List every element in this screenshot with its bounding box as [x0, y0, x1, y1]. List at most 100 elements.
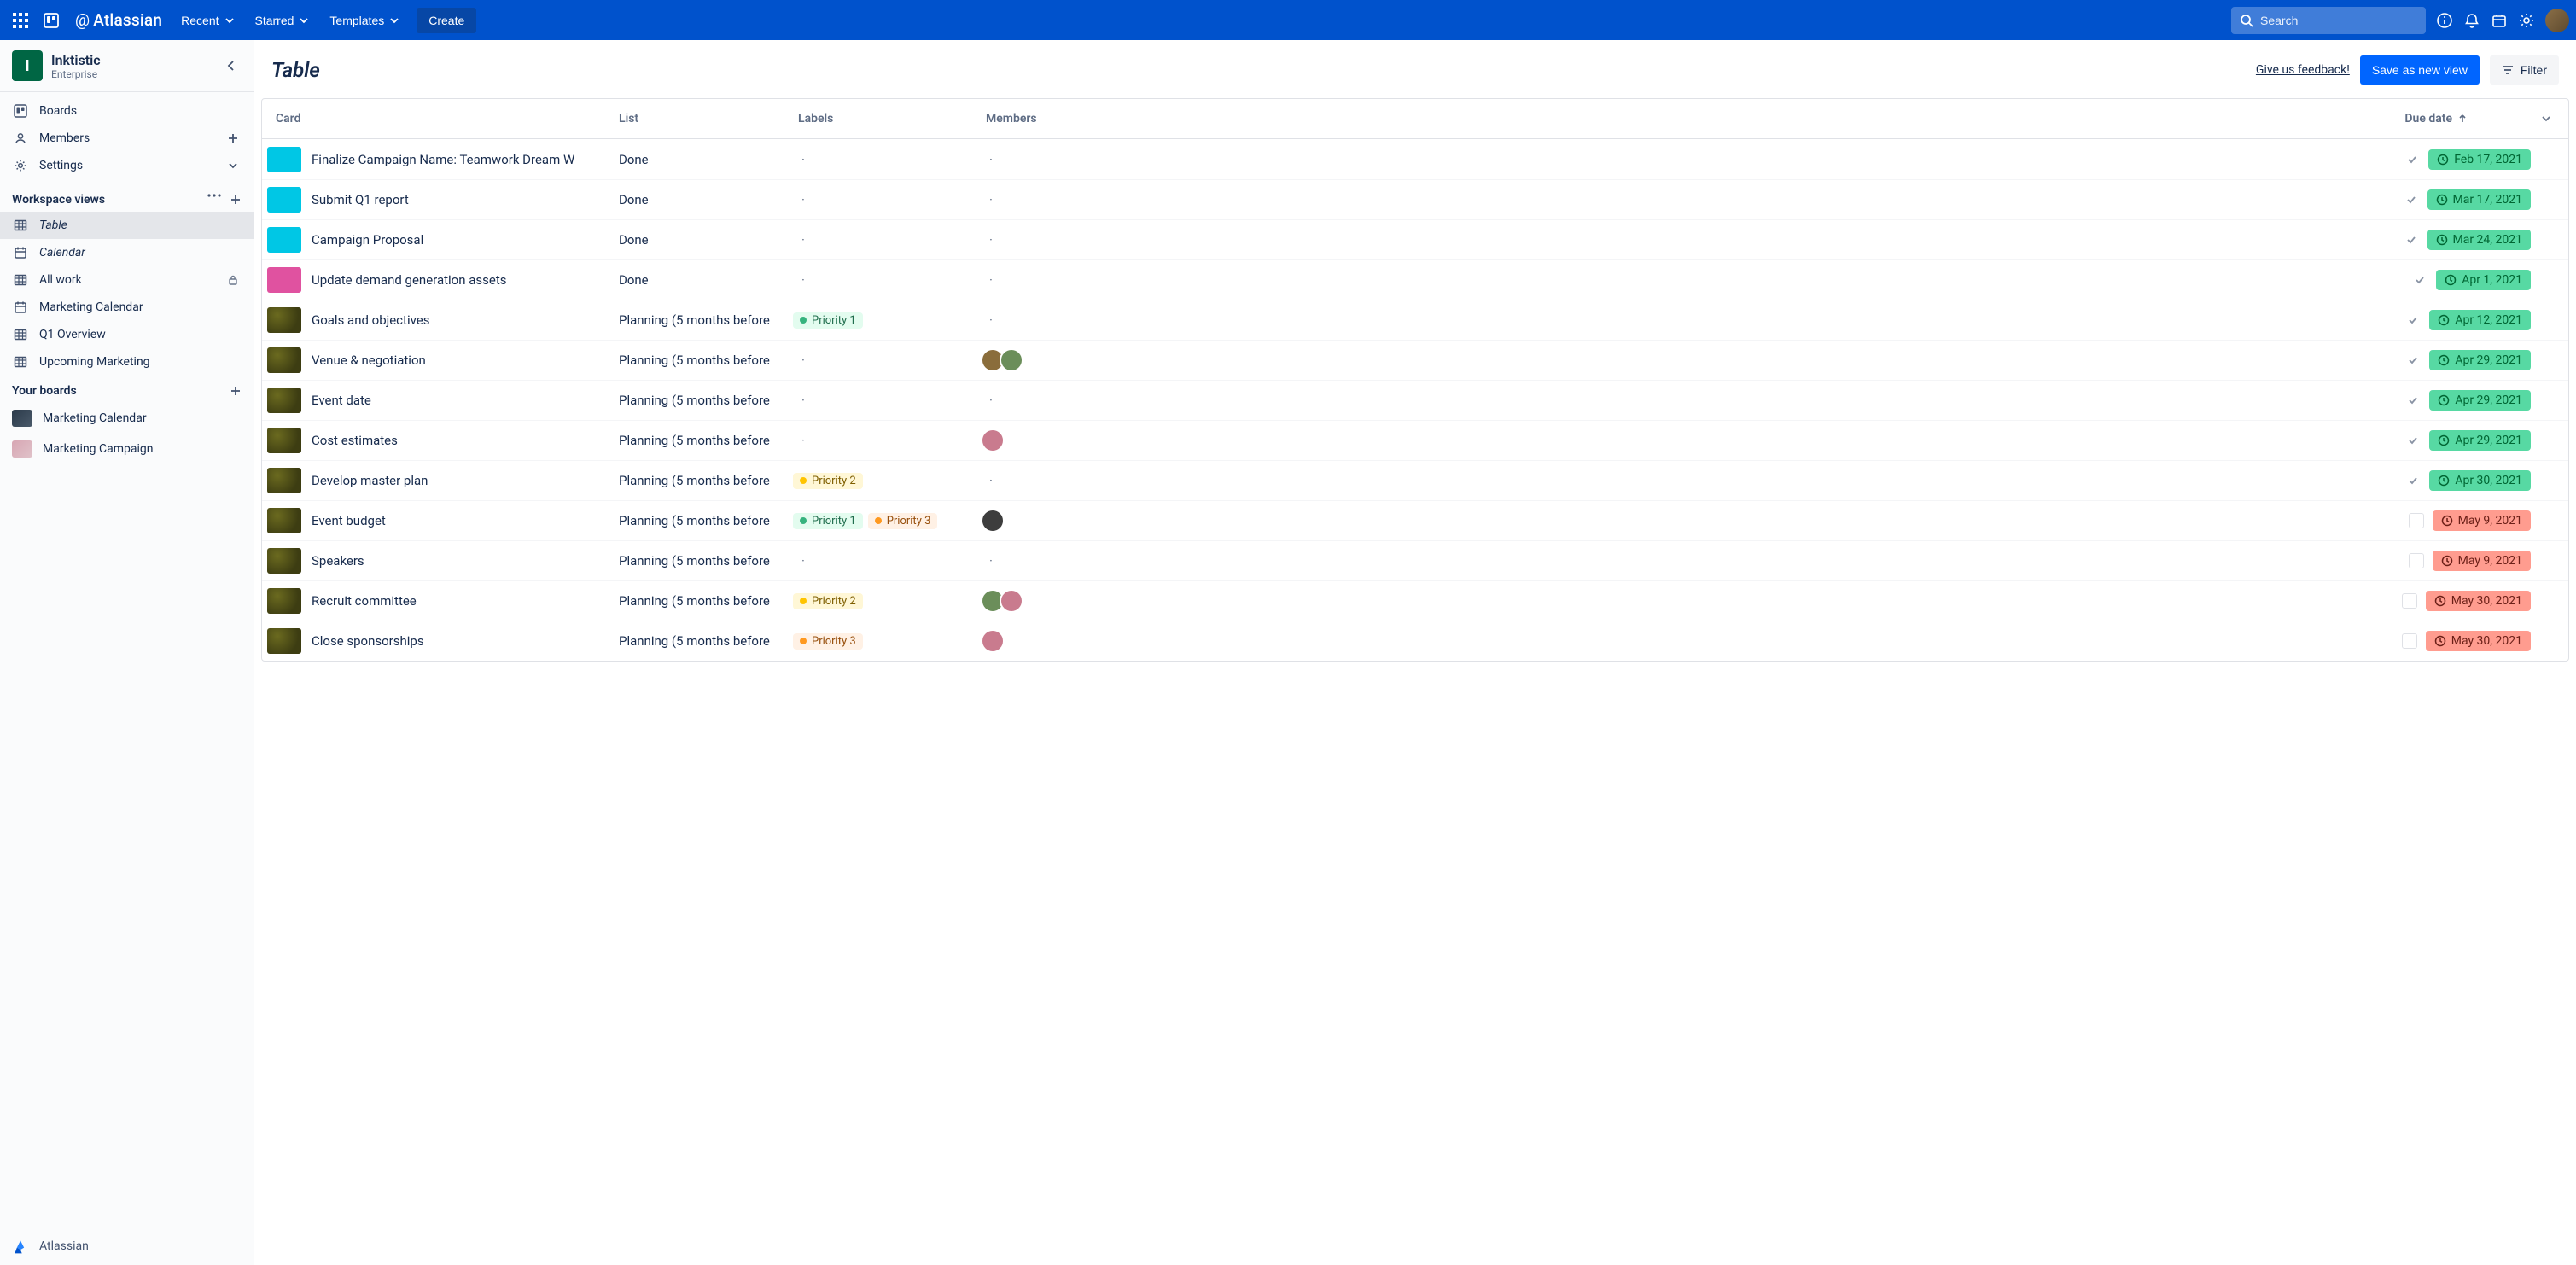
due-date-badge[interactable]: May 9, 2021 — [2433, 551, 2531, 571]
table-row[interactable]: Event budgetPlanning (5 months beforePri… — [262, 500, 2568, 540]
due-date-cell: Mar 17, 2021 — [1151, 189, 2536, 210]
table-row[interactable]: Goals and objectivesPlanning (5 months b… — [262, 300, 2568, 340]
col-card[interactable]: Card — [271, 102, 614, 136]
col-list[interactable]: List — [614, 102, 793, 136]
table-row[interactable]: Close sponsorshipsPlanning (5 months bef… — [262, 621, 2568, 661]
due-date-badge[interactable]: Feb 17, 2021 — [2428, 149, 2531, 170]
members-cell — [981, 509, 1151, 533]
due-checkbox[interactable] — [2405, 433, 2421, 448]
list-name: Planning (5 months before — [614, 513, 793, 528]
app-switcher-icon[interactable] — [7, 7, 34, 34]
add-icon[interactable] — [230, 194, 242, 206]
due-checkbox[interactable] — [2409, 553, 2424, 568]
create-button[interactable]: Create — [417, 8, 476, 33]
sidebar-item-members[interactable]: Members — [0, 125, 254, 152]
due-date-badge[interactable]: Apr 1, 2021 — [2436, 270, 2531, 290]
table-row[interactable]: SpeakersPlanning (5 months before··May 9… — [262, 540, 2568, 580]
due-checkbox[interactable] — [2412, 272, 2427, 288]
collapse-sidebar-button[interactable] — [219, 54, 243, 78]
search-box[interactable] — [2231, 7, 2426, 34]
search-input[interactable] — [2260, 14, 2417, 27]
due-checkbox[interactable] — [2409, 513, 2424, 528]
due-checkbox[interactable] — [2402, 593, 2417, 609]
info-icon[interactable] — [2431, 7, 2458, 34]
table-row[interactable]: Update demand generation assetsDone··Apr… — [262, 259, 2568, 300]
table-header: Card List Labels Members Due date — [262, 99, 2568, 139]
brand[interactable]: @Atlassian — [68, 10, 169, 30]
starred-menu[interactable]: Starred — [247, 9, 318, 32]
notifications-icon[interactable] — [2458, 7, 2486, 34]
due-date-badge[interactable]: Apr 29, 2021 — [2429, 430, 2531, 451]
table-row[interactable]: Campaign ProposalDone··Mar 24, 2021 — [262, 219, 2568, 259]
table-row[interactable]: Develop master planPlanning (5 months be… — [262, 460, 2568, 500]
sidebar-view-item[interactable]: All work — [0, 266, 254, 294]
add-icon[interactable] — [224, 132, 242, 144]
due-date-badge[interactable]: May 9, 2021 — [2433, 510, 2531, 531]
member-avatar[interactable] — [981, 509, 1005, 533]
templates-menu[interactable]: Templates — [321, 9, 408, 32]
due-date-cell: Apr 1, 2021 — [1151, 270, 2536, 290]
due-date-badge[interactable]: Mar 24, 2021 — [2427, 230, 2532, 250]
member-avatar[interactable] — [1000, 348, 1023, 372]
sidebar-item-label: Table — [39, 219, 67, 232]
sidebar-board-item[interactable]: Marketing Campaign — [0, 434, 254, 464]
label-pill[interactable]: Priority 3 — [868, 513, 938, 529]
sidebar-view-item[interactable]: Marketing Calendar — [0, 294, 254, 321]
sidebar-view-item[interactable]: Upcoming Marketing — [0, 348, 254, 376]
sidebar-item-boards[interactable]: Boards — [0, 97, 254, 125]
boards-icon[interactable] — [2486, 7, 2513, 34]
settings-icon[interactable] — [2513, 7, 2540, 34]
due-checkbox[interactable] — [2405, 353, 2421, 368]
sidebar-item-label: Boards — [39, 104, 77, 118]
due-date-badge[interactable]: May 30, 2021 — [2426, 591, 2531, 611]
due-date-badge[interactable]: Mar 17, 2021 — [2427, 189, 2532, 210]
save-view-button[interactable]: Save as new view — [2360, 55, 2480, 85]
member-avatar[interactable] — [981, 629, 1005, 653]
user-avatar[interactable] — [2545, 9, 2569, 32]
label-pill[interactable]: Priority 2 — [793, 593, 863, 609]
sidebar-view-item[interactable]: Calendar — [0, 239, 254, 266]
table-row[interactable]: Submit Q1 reportDone··Mar 17, 2021 — [262, 179, 2568, 219]
due-date-badge[interactable]: Apr 29, 2021 — [2429, 390, 2531, 411]
due-checkbox[interactable] — [2404, 232, 2419, 248]
due-checkbox[interactable] — [2405, 473, 2421, 488]
table-row[interactable]: Recruit committeePlanning (5 months befo… — [262, 580, 2568, 621]
add-icon[interactable] — [230, 385, 242, 397]
sidebar-item-settings[interactable]: Settings — [0, 152, 254, 179]
more-icon[interactable] — [207, 194, 221, 206]
due-checkbox[interactable] — [2405, 312, 2421, 328]
col-labels[interactable]: Labels — [793, 102, 981, 136]
label-pill[interactable]: Priority 1 — [793, 312, 863, 329]
sidebar-footer[interactable]: Atlassian — [0, 1227, 254, 1265]
due-checkbox[interactable] — [2404, 152, 2420, 167]
sidebar-view-item[interactable]: Q1 Overview — [0, 321, 254, 348]
due-date-badge[interactable]: Apr 30, 2021 — [2429, 470, 2531, 491]
member-avatar[interactable] — [1000, 589, 1023, 613]
table-row[interactable]: Venue & negotiationPlanning (5 months be… — [262, 340, 2568, 380]
table-row[interactable]: Event datePlanning (5 months before··Apr… — [262, 380, 2568, 420]
sidebar-item-label: Members — [39, 131, 90, 145]
due-date-badge[interactable]: Apr 29, 2021 — [2429, 350, 2531, 370]
member-avatar[interactable] — [981, 428, 1005, 452]
sidebar-view-item[interactable]: Table — [0, 212, 254, 239]
filter-button[interactable]: Filter — [2490, 55, 2559, 85]
feedback-link[interactable]: Give us feedback! — [2256, 63, 2350, 77]
column-options-button[interactable] — [2536, 103, 2563, 134]
due-checkbox[interactable] — [2404, 192, 2419, 207]
label-pill[interactable]: Priority 3 — [793, 633, 863, 650]
recent-menu[interactable]: Recent — [172, 9, 242, 32]
sidebar-board-item[interactable]: Marketing Calendar — [0, 403, 254, 434]
members-cell: · — [981, 232, 1151, 248]
due-checkbox[interactable] — [2405, 393, 2421, 408]
col-members[interactable]: Members — [981, 102, 1151, 136]
table-row[interactable]: Cost estimatesPlanning (5 months before·… — [262, 420, 2568, 460]
due-checkbox[interactable] — [2402, 633, 2417, 649]
due-date-badge[interactable]: May 30, 2021 — [2426, 631, 2531, 651]
table-row[interactable]: Finalize Campaign Name: Teamwork Dream W… — [262, 139, 2568, 179]
label-pill[interactable]: Priority 1 — [793, 513, 863, 529]
due-date-badge[interactable]: Apr 12, 2021 — [2429, 310, 2531, 330]
trello-icon[interactable] — [38, 7, 65, 34]
chevron-down-icon[interactable] — [224, 160, 242, 171]
label-pill[interactable]: Priority 2 — [793, 473, 863, 489]
col-due-date[interactable]: Due date — [1151, 102, 2536, 136]
